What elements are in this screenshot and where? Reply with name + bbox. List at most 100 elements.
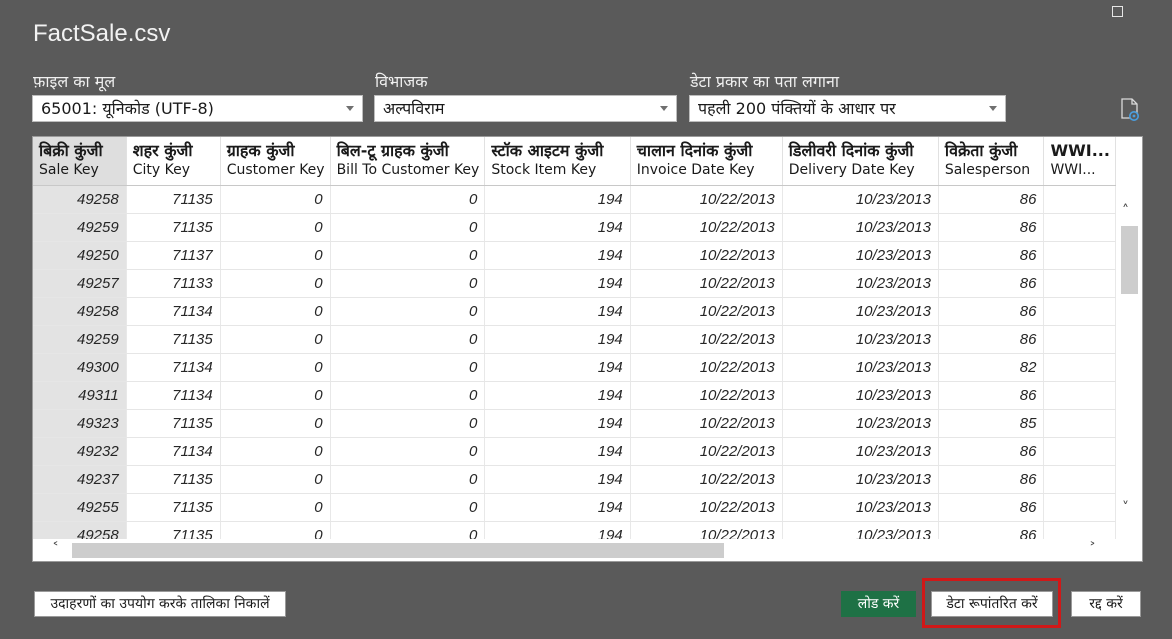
table-cell[interactable]: 10/23/2013 bbox=[782, 493, 939, 522]
data-preview-grid[interactable]: बिक्री कुंजी Sale Key शहर कुंजी City Key… bbox=[32, 136, 1143, 562]
table-cell[interactable]: 71135 bbox=[126, 409, 221, 438]
table-cell[interactable] bbox=[1043, 241, 1116, 270]
table-cell[interactable]: 10/23/2013 bbox=[782, 521, 939, 539]
table-cell[interactable]: 194 bbox=[484, 269, 631, 298]
table-cell[interactable]: 86 bbox=[938, 185, 1045, 214]
table-cell[interactable]: 0 bbox=[330, 437, 486, 466]
table-cell[interactable] bbox=[1043, 521, 1116, 539]
maximize-icon[interactable] bbox=[1108, 2, 1126, 20]
table-cell[interactable]: 86 bbox=[938, 493, 1045, 522]
table-cell[interactable]: 10/23/2013 bbox=[782, 269, 939, 298]
table-cell[interactable]: 49259 bbox=[33, 213, 127, 242]
table-cell[interactable]: 10/22/2013 bbox=[630, 493, 783, 522]
table-cell[interactable]: 49257 bbox=[33, 269, 127, 298]
table-cell[interactable]: 86 bbox=[938, 465, 1045, 494]
file-settings-icon[interactable] bbox=[1119, 98, 1141, 122]
table-cell[interactable]: 10/23/2013 bbox=[782, 213, 939, 242]
table-cell[interactable] bbox=[1043, 493, 1116, 522]
column-header[interactable]: बिक्री कुंजी Sale Key bbox=[33, 137, 127, 186]
table-cell[interactable]: 10/23/2013 bbox=[782, 409, 939, 438]
column-header[interactable]: विक्रेता कुंजी Salesperson bbox=[938, 137, 1045, 186]
table-cell[interactable]: 194 bbox=[484, 493, 631, 522]
table-cell[interactable]: 0 bbox=[330, 353, 486, 382]
table-cell[interactable]: 10/23/2013 bbox=[782, 325, 939, 354]
table-cell[interactable]: 85 bbox=[938, 409, 1045, 438]
chevron-down-icon[interactable]: ˅ bbox=[1122, 500, 1129, 516]
table-cell[interactable]: 0 bbox=[220, 241, 331, 270]
table-cell[interactable]: 194 bbox=[484, 353, 631, 382]
table-cell[interactable]: 10/23/2013 bbox=[782, 353, 939, 382]
table-cell[interactable]: 194 bbox=[484, 185, 631, 214]
column-header[interactable]: बिल-टू ग्राहक कुंजी Bill To Customer Key bbox=[330, 137, 486, 186]
table-cell[interactable]: 0 bbox=[220, 297, 331, 326]
chevron-up-icon[interactable]: ˄ bbox=[1122, 203, 1129, 219]
table-cell[interactable]: 49311 bbox=[33, 381, 127, 410]
table-cell[interactable]: 0 bbox=[220, 493, 331, 522]
table-cell[interactable]: 10/23/2013 bbox=[782, 297, 939, 326]
table-cell[interactable]: 71135 bbox=[126, 213, 221, 242]
column-header[interactable]: WWI... WWI... bbox=[1043, 137, 1116, 186]
column-header[interactable]: स्टॉक आइटम कुंजी Stock Item Key bbox=[484, 137, 631, 186]
table-cell[interactable]: 49258 bbox=[33, 297, 127, 326]
extract-table-button[interactable]: उदाहरणों का उपयोग करके तालिका निकालें bbox=[34, 591, 286, 617]
horizontal-scroll-thumb[interactable] bbox=[72, 543, 724, 558]
table-cell[interactable]: 10/23/2013 bbox=[782, 437, 939, 466]
table-cell[interactable]: 10/22/2013 bbox=[630, 297, 783, 326]
cancel-button[interactable]: रद्द करें bbox=[1071, 591, 1141, 617]
file-origin-dropdown[interactable]: 65001: यूनिकोड (UTF-8) bbox=[32, 95, 363, 122]
table-cell[interactable] bbox=[1043, 325, 1116, 354]
table-cell[interactable]: 10/23/2013 bbox=[782, 381, 939, 410]
table-cell[interactable]: 194 bbox=[484, 381, 631, 410]
vertical-scroll-thumb[interactable] bbox=[1121, 226, 1138, 294]
table-cell[interactable] bbox=[1043, 437, 1116, 466]
table-cell[interactable]: 10/22/2013 bbox=[630, 437, 783, 466]
table-cell[interactable]: 0 bbox=[330, 381, 486, 410]
table-cell[interactable] bbox=[1043, 409, 1116, 438]
table-cell[interactable]: 71135 bbox=[126, 325, 221, 354]
table-cell[interactable]: 0 bbox=[330, 465, 486, 494]
table-cell[interactable]: 194 bbox=[484, 325, 631, 354]
table-cell[interactable]: 71135 bbox=[126, 465, 221, 494]
table-cell[interactable]: 82 bbox=[938, 353, 1045, 382]
table-cell[interactable] bbox=[1043, 381, 1116, 410]
table-cell[interactable] bbox=[1043, 465, 1116, 494]
column-header[interactable]: ग्राहक कुंजी Customer Key bbox=[220, 137, 331, 186]
table-cell[interactable]: 0 bbox=[330, 269, 486, 298]
table-cell[interactable]: 0 bbox=[220, 521, 331, 539]
table-cell[interactable]: 10/23/2013 bbox=[782, 185, 939, 214]
table-cell[interactable]: 10/22/2013 bbox=[630, 521, 783, 539]
table-cell[interactable]: 0 bbox=[220, 185, 331, 214]
table-cell[interactable]: 10/22/2013 bbox=[630, 241, 783, 270]
table-cell[interactable]: 194 bbox=[484, 437, 631, 466]
table-cell[interactable]: 194 bbox=[484, 521, 631, 539]
table-cell[interactable]: 86 bbox=[938, 297, 1045, 326]
table-cell[interactable]: 86 bbox=[938, 269, 1045, 298]
table-cell[interactable]: 0 bbox=[220, 269, 331, 298]
table-cell[interactable]: 86 bbox=[938, 437, 1045, 466]
table-cell[interactable]: 0 bbox=[330, 493, 486, 522]
table-cell[interactable]: 0 bbox=[330, 185, 486, 214]
type-detection-dropdown[interactable]: पहली 200 पंक्तियों के आधार पर bbox=[689, 95, 1006, 122]
table-cell[interactable]: 194 bbox=[484, 297, 631, 326]
table-cell[interactable]: 71134 bbox=[126, 353, 221, 382]
delimiter-dropdown[interactable]: अल्पविराम bbox=[374, 95, 677, 122]
table-cell[interactable]: 71137 bbox=[126, 241, 221, 270]
table-cell[interactable]: 0 bbox=[220, 353, 331, 382]
horizontal-scrollbar[interactable]: ˂ ˃ bbox=[33, 540, 1142, 561]
table-cell[interactable]: 49258 bbox=[33, 521, 127, 539]
table-cell[interactable]: 49300 bbox=[33, 353, 127, 382]
table-cell[interactable]: 0 bbox=[330, 325, 486, 354]
table-cell[interactable]: 0 bbox=[330, 213, 486, 242]
table-cell[interactable]: 71133 bbox=[126, 269, 221, 298]
table-cell[interactable]: 0 bbox=[220, 465, 331, 494]
table-cell[interactable] bbox=[1043, 185, 1116, 214]
table-cell[interactable] bbox=[1043, 213, 1116, 242]
table-cell[interactable]: 0 bbox=[330, 521, 486, 539]
table-cell[interactable] bbox=[1043, 353, 1116, 382]
table-cell[interactable]: 71135 bbox=[126, 521, 221, 539]
table-cell[interactable]: 194 bbox=[484, 465, 631, 494]
table-cell[interactable]: 71134 bbox=[126, 297, 221, 326]
table-cell[interactable]: 49250 bbox=[33, 241, 127, 270]
table-cell[interactable]: 0 bbox=[220, 437, 331, 466]
table-cell[interactable]: 0 bbox=[330, 409, 486, 438]
